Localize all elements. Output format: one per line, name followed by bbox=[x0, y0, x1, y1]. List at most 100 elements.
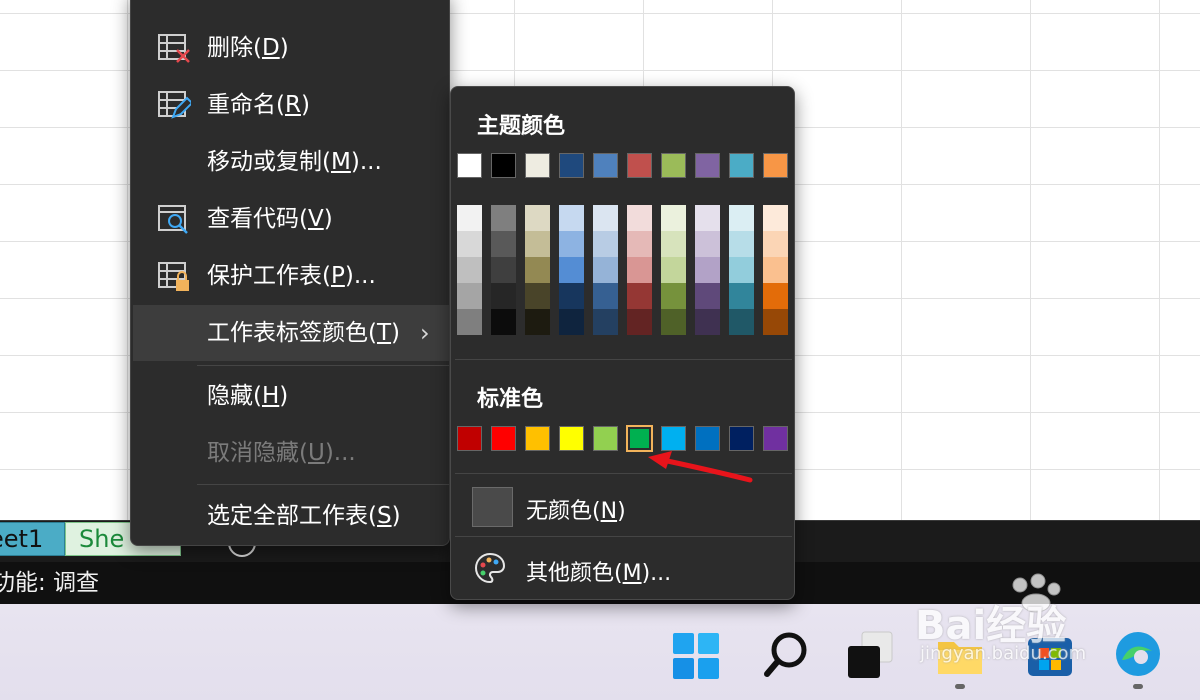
theme-shade-swatch[interactable] bbox=[763, 257, 788, 283]
theme-shade-column bbox=[491, 205, 516, 335]
theme-shade-swatch[interactable] bbox=[559, 283, 584, 309]
standard-color-swatch[interactable] bbox=[559, 426, 584, 451]
more-colors-option[interactable]: 其他颜色(M)... bbox=[455, 539, 792, 597]
theme-shade-swatch[interactable] bbox=[559, 231, 584, 257]
theme-shade-swatch[interactable] bbox=[525, 283, 550, 309]
standard-color-swatch[interactable] bbox=[525, 426, 550, 451]
theme-color-swatch[interactable] bbox=[729, 153, 754, 178]
theme-shade-swatch[interactable] bbox=[729, 309, 754, 335]
theme-shade-swatch[interactable] bbox=[525, 231, 550, 257]
menu-separator bbox=[197, 365, 449, 366]
theme-shade-swatch[interactable] bbox=[559, 309, 584, 335]
windows-start-icon[interactable] bbox=[672, 632, 720, 680]
standard-color-swatch[interactable] bbox=[763, 426, 788, 451]
theme-shade-swatch[interactable] bbox=[593, 257, 618, 283]
theme-shade-swatch[interactable] bbox=[661, 231, 686, 257]
accessibility-status[interactable]: 功能: 调查 bbox=[0, 562, 99, 604]
theme-shade-swatch[interactable] bbox=[763, 205, 788, 231]
theme-shade-swatch[interactable] bbox=[457, 309, 482, 335]
theme-color-swatch[interactable] bbox=[457, 153, 482, 178]
theme-shade-swatch[interactable] bbox=[593, 205, 618, 231]
theme-shade-swatch[interactable] bbox=[491, 205, 516, 231]
menu-item-label: 查看代码(V) bbox=[207, 206, 333, 232]
menu-item-tab-color[interactable]: 工作表标签颜色(T) › bbox=[133, 305, 449, 361]
menu-item-move-copy[interactable]: 移动或复制(M)... bbox=[133, 134, 449, 190]
theme-shade-swatch[interactable] bbox=[559, 257, 584, 283]
theme-shade-swatch[interactable] bbox=[695, 205, 720, 231]
menu-item-partial[interactable] bbox=[133, 0, 449, 20]
menu-item-protect-sheet[interactable]: 保护工作表(P)... bbox=[133, 248, 449, 304]
theme-shade-swatch[interactable] bbox=[661, 257, 686, 283]
menu-item-view-code[interactable]: 查看代码(V) bbox=[133, 191, 449, 247]
menu-item-rename[interactable]: 重命名(R) bbox=[133, 77, 449, 133]
theme-shade-swatch[interactable] bbox=[661, 205, 686, 231]
theme-shade-swatch[interactable] bbox=[627, 257, 652, 283]
theme-shade-swatch[interactable] bbox=[763, 231, 788, 257]
theme-shade-swatch[interactable] bbox=[525, 205, 550, 231]
standard-color-swatch[interactable] bbox=[593, 426, 618, 451]
no-color-swatch bbox=[472, 487, 513, 527]
theme-shade-column bbox=[525, 205, 550, 335]
theme-color-swatch[interactable] bbox=[695, 153, 720, 178]
tab-color-panel: 主题颜色 标准色 无颜色(N) 其他颜色(M)... bbox=[450, 86, 795, 600]
theme-shade-swatch[interactable] bbox=[491, 257, 516, 283]
theme-shade-swatch[interactable] bbox=[593, 231, 618, 257]
standard-color-swatch[interactable] bbox=[457, 426, 482, 451]
theme-shade-swatch[interactable] bbox=[593, 309, 618, 335]
sheet-tab-1[interactable]: eet1 bbox=[0, 522, 65, 556]
theme-shade-swatch[interactable] bbox=[491, 231, 516, 257]
menu-item-select-all-sheets[interactable]: 选定全部工作表(S) bbox=[133, 488, 449, 544]
standard-color-swatch[interactable] bbox=[491, 426, 516, 451]
menu-item-delete[interactable]: 删除(D) bbox=[133, 20, 449, 76]
theme-shade-swatch[interactable] bbox=[695, 257, 720, 283]
menu-separator bbox=[197, 484, 449, 485]
theme-shade-swatch[interactable] bbox=[559, 205, 584, 231]
theme-shade-swatch[interactable] bbox=[729, 231, 754, 257]
theme-shade-swatch[interactable] bbox=[491, 283, 516, 309]
theme-shade-swatch[interactable] bbox=[457, 257, 482, 283]
theme-shade-swatch[interactable] bbox=[627, 283, 652, 309]
no-color-label: 无颜色(N) bbox=[526, 499, 626, 524]
theme-shade-swatch[interactable] bbox=[763, 309, 788, 335]
theme-shade-swatch[interactable] bbox=[661, 309, 686, 335]
more-colors-label: 其他颜色(M)... bbox=[526, 561, 672, 586]
theme-shade-swatch[interactable] bbox=[729, 257, 754, 283]
theme-color-swatch[interactable] bbox=[763, 153, 788, 178]
theme-shade-column bbox=[627, 205, 652, 335]
theme-color-swatch[interactable] bbox=[661, 153, 686, 178]
menu-item-label: 取消隐藏(U)... bbox=[207, 440, 356, 466]
task-view-icon[interactable] bbox=[846, 630, 896, 680]
theme-color-swatch[interactable] bbox=[525, 153, 550, 178]
theme-shade-swatch[interactable] bbox=[457, 283, 482, 309]
theme-shade-swatch[interactable] bbox=[457, 205, 482, 231]
taskbar-active-indicator bbox=[955, 684, 965, 689]
theme-shade-swatch[interactable] bbox=[695, 231, 720, 257]
theme-shade-swatch[interactable] bbox=[729, 283, 754, 309]
theme-shade-swatch[interactable] bbox=[695, 283, 720, 309]
theme-shade-swatch[interactable] bbox=[491, 309, 516, 335]
theme-shade-swatch[interactable] bbox=[525, 257, 550, 283]
theme-shade-swatch[interactable] bbox=[457, 231, 482, 257]
menu-item-label: 保护工作表(P)... bbox=[207, 263, 376, 289]
theme-shade-swatch[interactable] bbox=[525, 309, 550, 335]
menu-item-label: 工作表标签颜色(T) bbox=[207, 320, 401, 346]
theme-color-swatch[interactable] bbox=[627, 153, 652, 178]
search-icon[interactable] bbox=[762, 630, 810, 680]
menu-item-hide[interactable]: 隐藏(H) bbox=[133, 368, 449, 424]
theme-shade-swatch[interactable] bbox=[627, 205, 652, 231]
annotation-arrow-icon bbox=[648, 451, 753, 483]
theme-shade-swatch[interactable] bbox=[763, 283, 788, 309]
theme-color-swatch[interactable] bbox=[491, 153, 516, 178]
theme-shade-swatch[interactable] bbox=[729, 205, 754, 231]
theme-color-swatch[interactable] bbox=[559, 153, 584, 178]
menu-item-unhide: 取消隐藏(U)... bbox=[133, 425, 449, 481]
theme-shade-swatch[interactable] bbox=[627, 231, 652, 257]
theme-shade-swatch[interactable] bbox=[661, 283, 686, 309]
theme-shade-swatch[interactable] bbox=[695, 309, 720, 335]
theme-color-swatch[interactable] bbox=[593, 153, 618, 178]
delete-sheet-icon bbox=[158, 34, 190, 63]
theme-shade-swatch[interactable] bbox=[593, 283, 618, 309]
menu-item-label: 隐藏(H) bbox=[207, 383, 289, 409]
theme-shade-swatch[interactable] bbox=[627, 309, 652, 335]
theme-shade-column bbox=[729, 205, 754, 335]
